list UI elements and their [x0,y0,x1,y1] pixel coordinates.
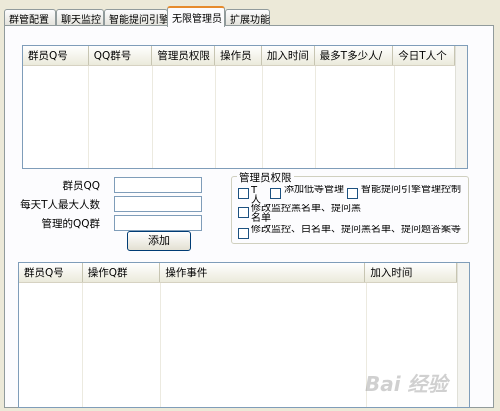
column-header[interactable]: 群员Q号 [23,46,89,65]
vertical-scrollbar[interactable] [455,46,467,168]
perm-smart-engine-label: 智能提问引擎管理控制 [361,185,461,195]
perm-add-admin-checkbox[interactable] [270,188,281,199]
perm-monitor-blacklist-checkbox[interactable] [238,207,249,218]
tab-group-config[interactable]: 群管配置 [4,9,56,26]
column-header[interactable]: 最多T多少人/ [315,46,394,65]
admin-list-header: 群员Q号 QQ群号 管理员权限 操作员 加入时间 最多T多少人/ 今日T人个 [23,46,455,66]
perm-smart-engine-checkbox[interactable] [347,188,358,199]
perm-whitelist-answers-label: 修改监控、白名单、提问黑名单、提问题答案等 [251,225,461,235]
daily-kick-label: 每天T人最大人数 [20,199,100,211]
member-qq-input[interactable] [114,177,202,193]
vertical-scrollbar[interactable] [457,263,469,407]
permissions-title: 管理员权限 [237,170,294,185]
column-header[interactable]: 操作事件 [160,263,366,282]
tab-page: 群员Q号 QQ群号 管理员权限 操作员 加入时间 最多T多少人/ 今日T人个 群… [4,25,494,408]
tab-extensions[interactable]: 扩展功能 [225,9,270,26]
managed-group-label: 管理的QQ群 [41,218,100,230]
column-header[interactable]: 加入时间 [262,46,315,65]
column-header[interactable]: 加入时间 [365,263,457,282]
column-header[interactable]: 今日T人个 [393,46,455,65]
managed-group-input[interactable] [114,215,202,231]
column-header[interactable]: 管理员权限 [152,46,216,65]
column-header[interactable]: 操作Q群 [83,263,161,282]
perm-monitor-blacklist-label: 修改监控黑名单、提问黑名单 [251,204,361,224]
tab-chat-monitor[interactable]: 聊天监控 [56,9,104,26]
tab-unlimited-admin[interactable]: 无限管理员 [167,6,225,27]
grid-lines [23,66,457,168]
column-header[interactable]: QQ群号 [89,46,153,65]
admin-list[interactable]: 群员Q号 QQ群号 管理员权限 操作员 加入时间 最多T多少人/ 今日T人个 [22,45,468,169]
perm-kick-checkbox[interactable] [238,188,249,199]
column-header[interactable]: 群员Q号 [19,263,83,282]
column-header[interactable]: 操作员 [215,46,262,65]
tab-smart-question-engine[interactable]: 智能提问引擎 [104,9,169,26]
daily-kick-input[interactable] [114,196,202,212]
tab-label: 无限管理员 [172,14,222,25]
add-button[interactable]: 添加 [127,231,191,251]
permissions-group: 管理员权限 T人 添加低等管理 智能提问引擎管理控制 修改监控黑名单、提问黑名单… [231,170,469,244]
baidu-watermark: Bai 经验 [365,372,448,396]
log-list-header: 群员Q号 操作Q群 操作事件 加入时间 [19,263,457,283]
perm-whitelist-answers-checkbox[interactable] [238,228,249,239]
member-qq-label: 群员QQ [62,180,100,192]
